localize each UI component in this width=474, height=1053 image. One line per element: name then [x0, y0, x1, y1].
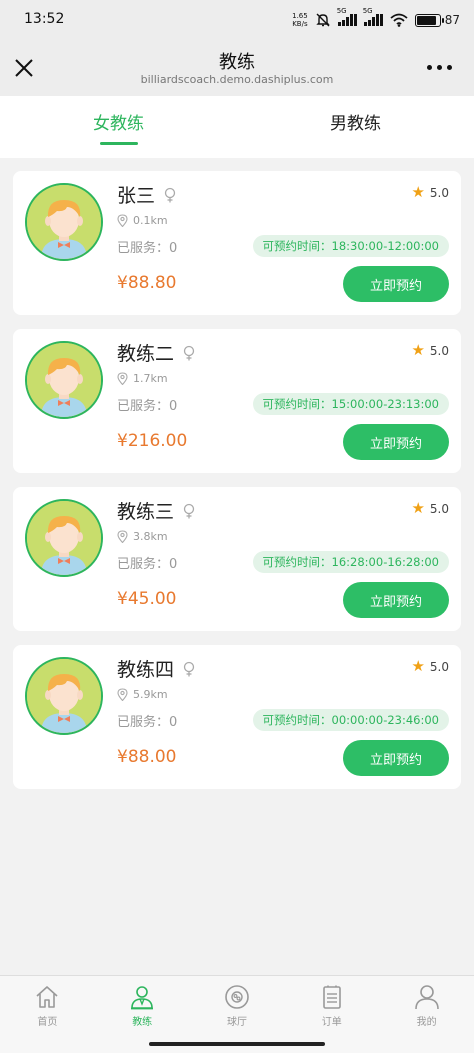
served-count: 已服务：0	[117, 399, 178, 414]
avatar	[25, 657, 103, 735]
battery-level: 87	[444, 13, 460, 27]
name-row: 张三	[117, 181, 177, 208]
distance-value: 5.9km	[133, 688, 168, 701]
gender-tabs: 女教练 男教练	[0, 96, 474, 158]
star-icon: ★	[411, 341, 425, 359]
bottom-nav: 首页 教练 球厅 订单 我的	[0, 975, 474, 1035]
status-time: 13:52	[24, 11, 65, 27]
book-now-button[interactable]: 立即预约	[343, 740, 449, 776]
coach-icon	[131, 986, 154, 1010]
availability-badge: 可预约时间：16:28:00-16:28:00	[252, 551, 449, 573]
distance-value: 1.7km	[133, 372, 168, 385]
avatar	[25, 499, 103, 577]
nav-item-profile[interactable]: 我的	[379, 976, 474, 1035]
battery-indicator: 87	[414, 13, 460, 27]
order-icon	[322, 985, 341, 1009]
rating-value: 5.0	[429, 185, 449, 200]
status-bar: 13:52 1.65 KB/s 5G 5G 87	[0, 0, 474, 40]
tab-male-coach[interactable]: 男教练	[237, 96, 474, 158]
coach-name: 教练三	[117, 501, 175, 523]
book-now-button[interactable]: 立即预约	[343, 424, 449, 460]
female-icon	[183, 661, 195, 676]
signal-icon: 5G	[363, 7, 383, 26]
coach-name: 教练二	[117, 343, 175, 365]
coach-card[interactable]: 教练二 ★ 5.0 1.7km 已服务：0 可预约时间：15:00:00-23:…	[13, 329, 461, 473]
page-url: billiardscoach.demo.dashiplus.com	[140, 73, 334, 86]
page-title: 教练	[219, 52, 255, 73]
title-bar: 教练 billiardscoach.demo.dashiplus.com	[0, 40, 474, 96]
served-count: 已服务：0	[117, 557, 178, 572]
price: ¥216.00	[117, 431, 188, 451]
availability-badge: 可预约时间：15:00:00-23:13:00	[252, 393, 449, 415]
avatar	[25, 183, 103, 261]
rating: ★ 5.0	[411, 659, 449, 674]
more-icon[interactable]	[427, 65, 452, 70]
profile-icon	[414, 985, 439, 1010]
home-icon	[36, 986, 58, 1008]
availability-badge: 可预约时间：18:30:00-12:00:00	[252, 235, 449, 257]
book-now-button[interactable]: 立即预约	[343, 266, 449, 302]
coach-card[interactable]: 教练四 ★ 5.0 5.9km 已服务：0 可预约时间：00:00:00-23:…	[13, 645, 461, 789]
price: ¥88.00	[117, 747, 177, 767]
rating: ★ 5.0	[411, 343, 449, 358]
rating-value: 5.0	[429, 343, 449, 358]
billiard-hall-icon	[225, 985, 249, 1009]
signal-icon: 5G	[337, 7, 357, 26]
mute-icon	[316, 13, 330, 27]
star-icon: ★	[411, 499, 425, 517]
nav-item-orders[interactable]: 订单	[284, 976, 379, 1035]
price: ¥88.80	[117, 273, 177, 293]
name-row: 教练二	[117, 339, 196, 366]
home-indicator[interactable]	[149, 1042, 325, 1046]
name-row: 教练四	[117, 655, 196, 682]
wifi-icon	[390, 13, 408, 27]
distance-value: 3.8km	[133, 530, 168, 543]
availability-badge: 可预约时间：00:00:00-23:46:00	[252, 709, 449, 731]
book-now-button[interactable]: 立即预约	[343, 582, 449, 618]
distance-value: 0.1km	[133, 214, 168, 227]
star-icon: ★	[411, 657, 425, 675]
nav-item-coach[interactable]: 教练	[95, 976, 190, 1035]
star-icon: ★	[411, 183, 425, 201]
coach-name: 教练四	[117, 659, 175, 681]
status-icons: 1.65 KB/s 5G 5G 87	[292, 7, 460, 31]
female-icon	[183, 503, 195, 518]
distance: 5.9km	[117, 688, 168, 701]
coach-list: 张三 ★ 5.0 0.1km 已服务：0 可预约时间：18:30:00-12:0…	[13, 171, 461, 803]
female-icon	[164, 187, 176, 202]
female-icon	[183, 345, 195, 360]
avatar	[25, 341, 103, 419]
rating-value: 5.0	[429, 659, 449, 674]
network-speed: 1.65 KB/s	[292, 12, 308, 28]
coach-card[interactable]: 教练三 ★ 5.0 3.8km 已服务：0 可预约时间：16:28:00-16:…	[13, 487, 461, 631]
coach-name: 张三	[117, 185, 156, 207]
location-pin-icon	[117, 214, 128, 227]
distance: 3.8km	[117, 530, 168, 543]
nav-item-billiard-hall[interactable]: 球厅	[190, 976, 285, 1035]
name-row: 教练三	[117, 497, 196, 524]
battery-icon	[414, 13, 444, 27]
distance: 1.7km	[117, 372, 168, 385]
location-pin-icon	[117, 372, 128, 385]
rating: ★ 5.0	[411, 501, 449, 516]
rating-value: 5.0	[429, 501, 449, 516]
price: ¥45.00	[117, 589, 177, 609]
location-pin-icon	[117, 530, 128, 543]
location-pin-icon	[117, 688, 128, 701]
coach-card[interactable]: 张三 ★ 5.0 0.1km 已服务：0 可预约时间：18:30:00-12:0…	[13, 171, 461, 315]
served-count: 已服务：0	[117, 715, 178, 730]
rating: ★ 5.0	[411, 185, 449, 200]
nav-item-home[interactable]: 首页	[0, 976, 95, 1035]
tab-female-coach[interactable]: 女教练	[0, 96, 237, 158]
distance: 0.1km	[117, 214, 168, 227]
served-count: 已服务：0	[117, 241, 178, 256]
